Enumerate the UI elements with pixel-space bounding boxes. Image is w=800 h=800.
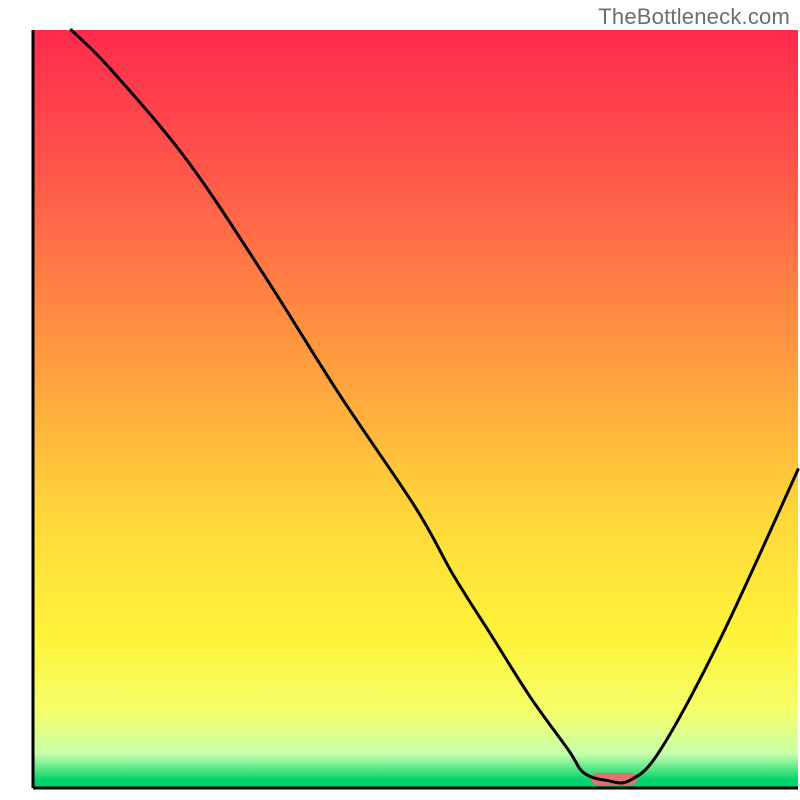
- watermark-text: TheBottleneck.com: [598, 4, 790, 30]
- chart-container: TheBottleneck.com: [0, 0, 800, 800]
- chart-svg: [0, 0, 800, 800]
- plot-background: [33, 30, 798, 788]
